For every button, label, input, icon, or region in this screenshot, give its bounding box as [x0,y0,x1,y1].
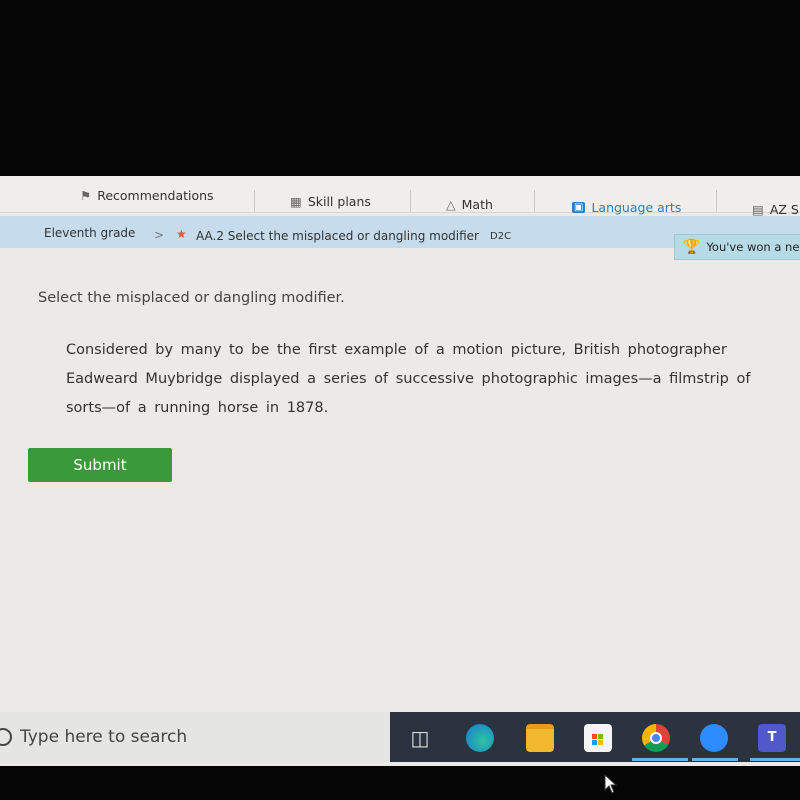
trophy-icon: 🏆 [683,239,701,255]
browser-page: ⚑ Recommendations ▦ Skill plans △ Math ▣… [0,176,800,794]
award-banner[interactable]: 🏆 You've won a ne [674,234,800,260]
subject-nav: ⚑ Recommendations ▦ Skill plans △ Math ▣… [0,176,800,228]
signpost-icon: ⚑ [80,187,92,203]
teams-active-indicator [750,758,800,761]
taskbar-search[interactable]: Type here to search [0,712,390,762]
chrome-active-indicator [632,758,688,761]
file-explorer-icon[interactable] [526,724,554,752]
pyramid-icon: △ [446,196,456,212]
book-icon: ▣ [572,201,586,213]
clipboard-list-icon: ▤ [752,201,764,217]
breadcrumb-skill: AA.2 Select the misplaced or dangling mo… [196,229,479,243]
chrome-icon[interactable] [642,724,670,752]
tab-divider [716,190,717,212]
zoom-active-indicator [692,758,738,761]
tab-divider [254,190,255,212]
submit-button[interactable]: Submit [28,448,172,482]
skill-code: D2C [490,231,512,242]
question-passage[interactable]: Considered by many to be the first examp… [66,336,776,423]
taskbar: Type here to search ◫ T [0,712,800,762]
mouse-cursor-icon [604,773,618,798]
microsoft-store-icon[interactable] [584,724,612,752]
zoom-icon[interactable] [700,724,728,752]
search-icon [0,728,12,746]
tab-divider [410,190,411,212]
breadcrumb-grade[interactable]: Eleventh grade [44,226,135,240]
teams-icon[interactable]: T [758,724,786,752]
star-icon: ★ [176,227,187,241]
tab-divider [534,190,535,212]
question-prompt: Select the misplaced or dangling modifie… [38,290,345,306]
breadcrumb-separator: > [154,228,165,242]
tab-skill-plans[interactable]: ▦ Skill plans [290,188,371,214]
tab-math[interactable]: △ Math [446,191,493,217]
tab-recommendations[interactable]: ⚑ Recommendations [80,182,214,208]
task-view-icon[interactable]: ◫ [406,724,434,752]
clipboard-icon: ▦ [290,193,302,209]
edge-icon[interactable] [466,724,494,752]
